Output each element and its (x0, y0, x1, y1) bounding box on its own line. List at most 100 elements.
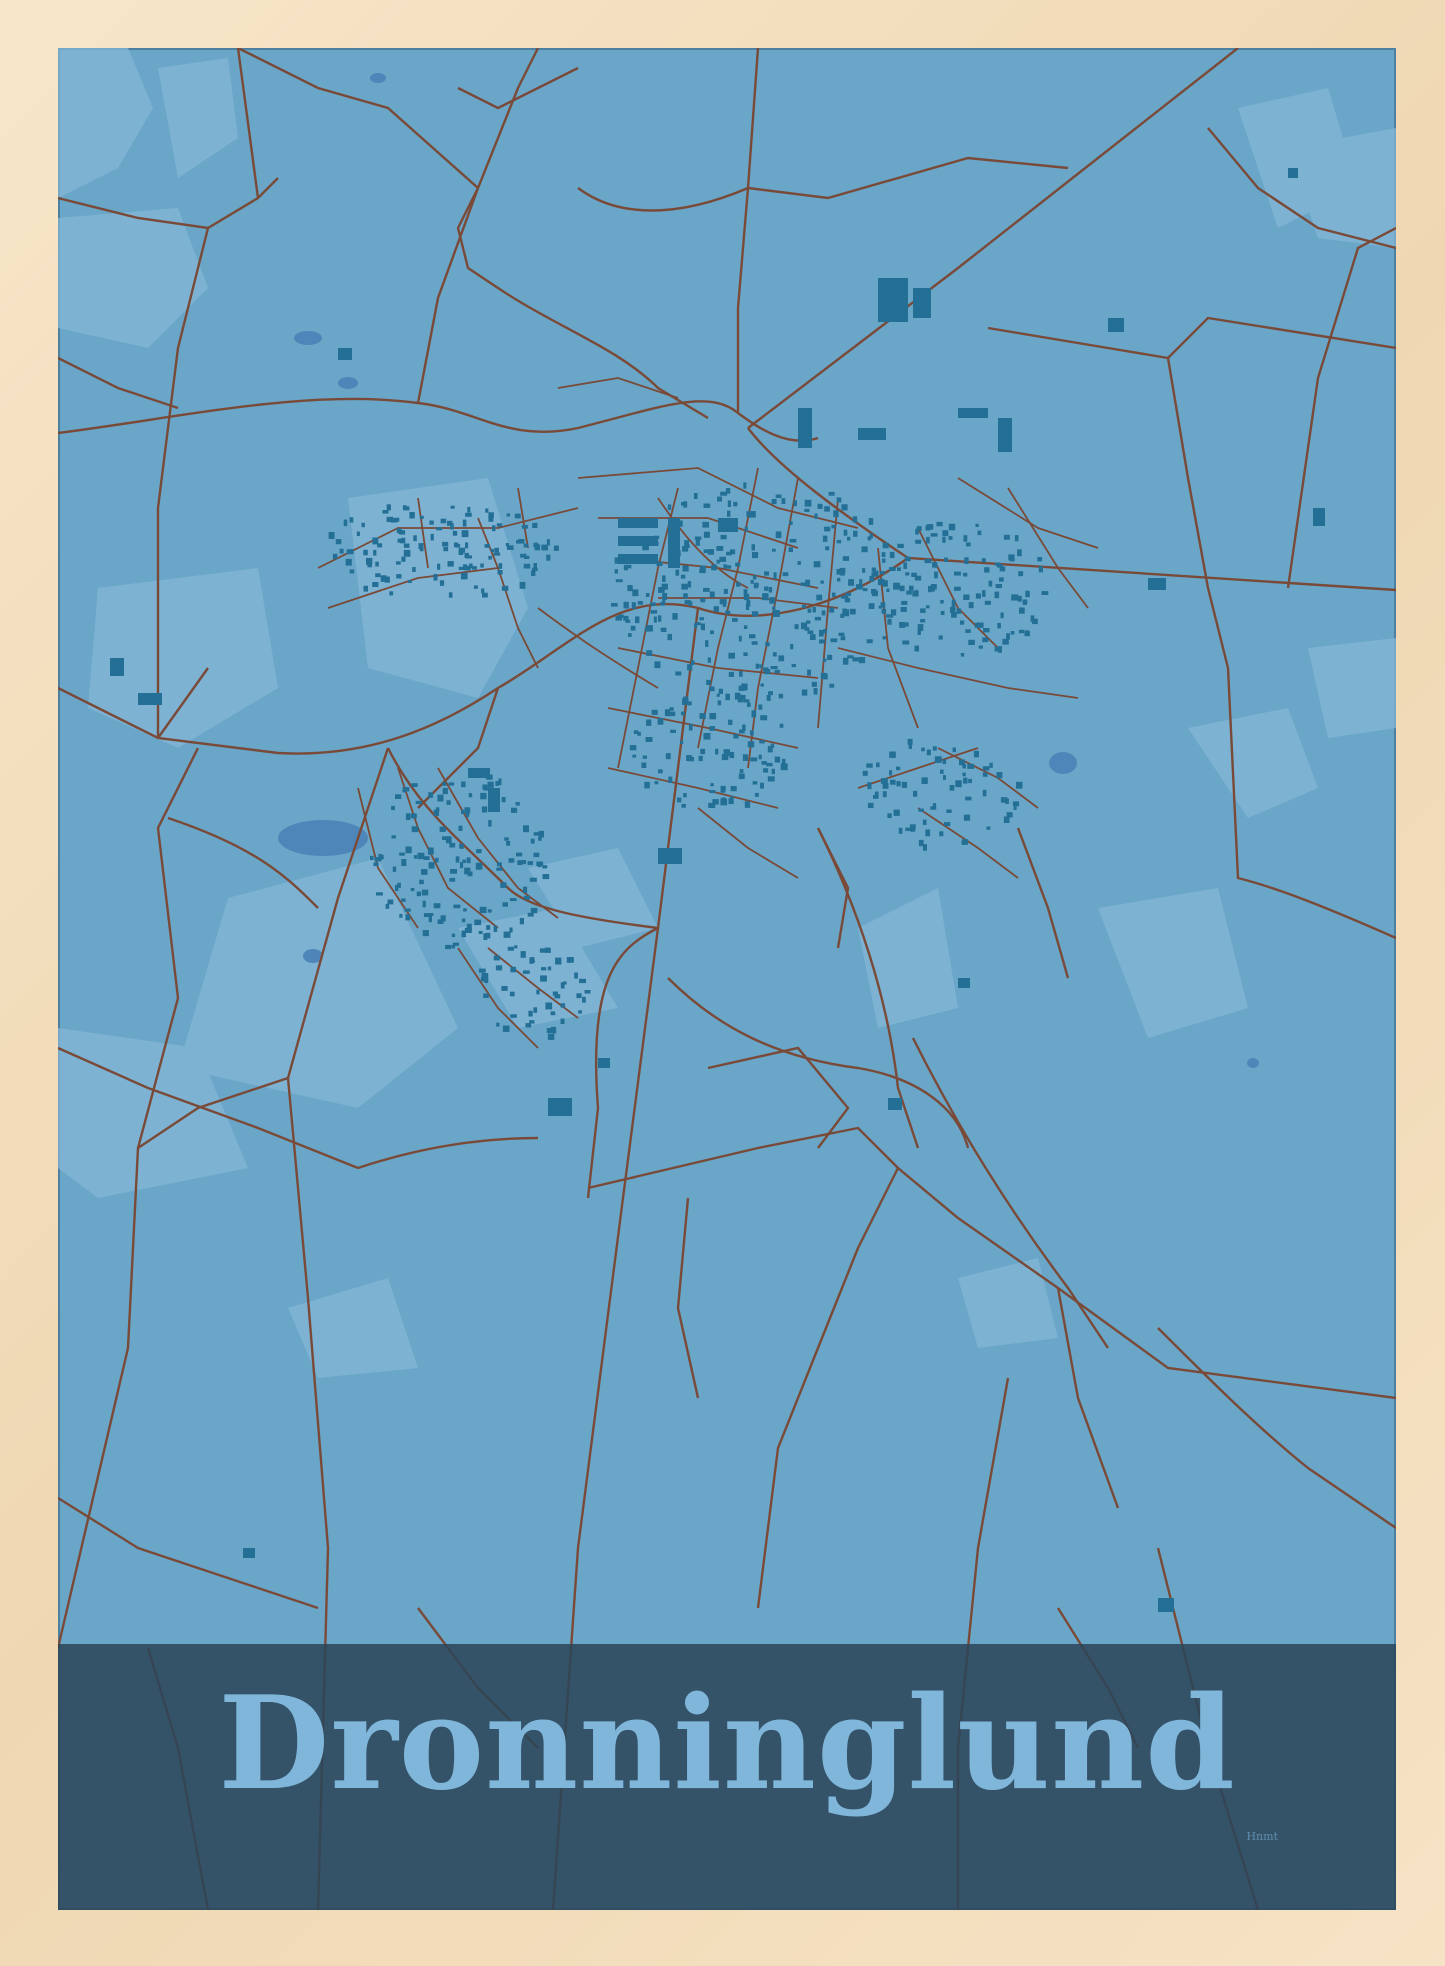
house-marker (882, 636, 886, 640)
house-marker (452, 942, 459, 946)
house-marker (752, 611, 759, 617)
house-marker (720, 534, 727, 540)
house-marker (374, 857, 381, 862)
house-marker (1038, 566, 1043, 573)
house-marker (718, 688, 723, 694)
house-marker (435, 857, 439, 863)
house-marker (867, 536, 872, 541)
house-marker (994, 591, 1000, 599)
house-marker (645, 593, 650, 597)
house-marker (899, 622, 906, 628)
house-marker (726, 565, 732, 569)
house-marker (495, 965, 503, 971)
house-marker (876, 762, 880, 768)
house-marker (940, 600, 944, 604)
house-marker (858, 657, 866, 664)
house-marker (662, 628, 667, 632)
house-marker (977, 530, 982, 536)
house-marker (832, 592, 836, 597)
house-marker (943, 775, 946, 780)
house-marker (401, 859, 407, 866)
house-marker (510, 1014, 517, 1018)
house-marker (771, 499, 777, 505)
house-marker (367, 564, 372, 568)
house-marker (722, 786, 726, 790)
house-marker (464, 565, 471, 571)
house-marker (789, 538, 797, 543)
house-marker (413, 535, 417, 542)
house-marker (710, 783, 714, 787)
house-marker (772, 548, 776, 552)
house-marker (982, 637, 989, 643)
house-marker (986, 826, 991, 830)
house-marker (842, 608, 847, 616)
house-marker (488, 820, 492, 827)
house-marker (532, 522, 538, 528)
house-marker (882, 783, 889, 789)
house-marker (1030, 615, 1035, 622)
house-marker (722, 600, 727, 607)
house-marker (473, 585, 478, 589)
house-marker (812, 607, 816, 613)
house-marker (651, 709, 658, 715)
house-marker (529, 1020, 535, 1024)
house-marker (695, 622, 701, 626)
house-marker (546, 539, 550, 546)
house-marker (789, 521, 793, 525)
house-marker (750, 730, 754, 736)
house-marker (889, 551, 895, 559)
house-marker (501, 986, 508, 991)
house-marker (498, 563, 503, 569)
house-marker (405, 813, 411, 820)
house-marker (896, 766, 901, 771)
house-marker (889, 770, 893, 776)
house-marker (944, 557, 948, 562)
house-marker (408, 580, 412, 583)
house-marker (502, 902, 508, 907)
house-marker (942, 530, 949, 537)
house-marker (1002, 638, 1009, 645)
house-marker (538, 830, 544, 838)
house-marker (328, 532, 335, 539)
house-marker (521, 860, 527, 865)
house-marker (520, 951, 526, 958)
house-marker (896, 781, 901, 787)
house-marker (582, 996, 586, 1003)
house-marker (396, 574, 402, 579)
house-marker (501, 797, 506, 803)
house-marker (402, 506, 410, 511)
house-marker (698, 755, 703, 762)
house-marker (487, 909, 492, 913)
house-marker (373, 549, 377, 556)
house-marker (707, 657, 711, 663)
house-marker (478, 968, 486, 973)
house-marker (820, 580, 824, 584)
house-marker (644, 627, 651, 632)
house-marker (838, 632, 845, 636)
house-marker (948, 536, 953, 540)
house-marker (405, 846, 412, 854)
house-marker (994, 646, 1000, 652)
house-marker (723, 588, 728, 594)
house-marker (403, 543, 410, 548)
house-marker (642, 755, 647, 759)
house-marker (579, 978, 586, 984)
house-marker (997, 622, 1001, 629)
house-marker (764, 571, 769, 576)
house-marker (411, 783, 418, 787)
house-marker (954, 571, 961, 576)
house-marker (848, 579, 854, 586)
house-marker (693, 493, 698, 499)
house-marker (703, 531, 710, 538)
house-marker (650, 610, 658, 614)
house-marker (401, 898, 406, 902)
house-marker (547, 1033, 555, 1040)
house-marker (733, 734, 739, 739)
house-marker (465, 555, 472, 559)
house-marker (546, 554, 551, 561)
house-marker (455, 856, 460, 863)
house-marker (905, 572, 910, 576)
house-marker (751, 641, 758, 645)
house-marker (920, 619, 926, 623)
house-marker (681, 711, 685, 716)
